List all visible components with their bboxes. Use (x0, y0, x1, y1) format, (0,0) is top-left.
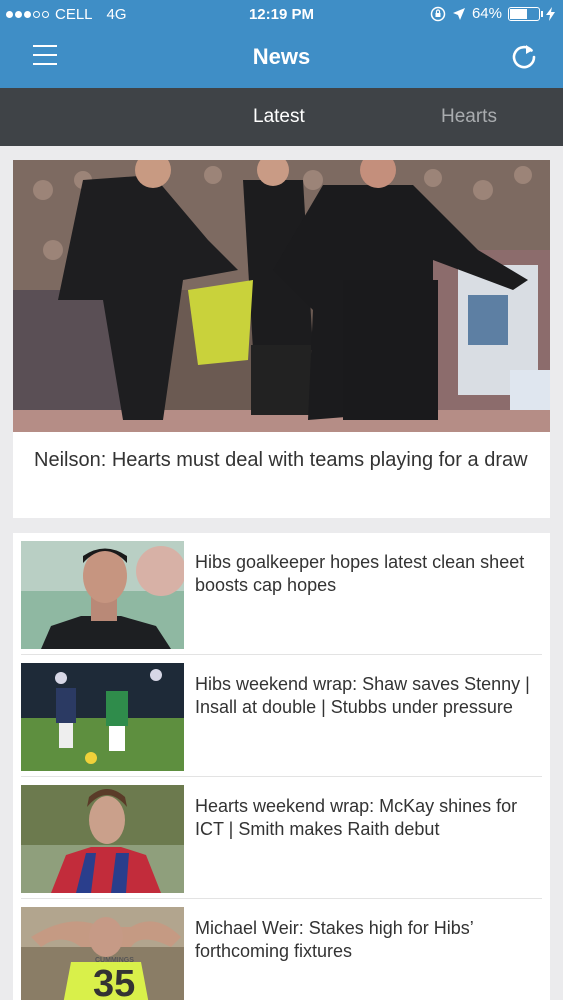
battery-percent: 64% (471, 5, 502, 22)
article-thumbnail (21, 785, 184, 893)
rotation-lock-icon (430, 6, 446, 21)
status-bar: CELL 4G 12:19 PM 64% (0, 0, 563, 30)
featured-article-title: Neilson: Hearts must deal with teams pla… (34, 449, 528, 471)
tab-hearts[interactable]: Hearts (441, 106, 497, 128)
list-item[interactable]: Hibs goalkeeper hopes latest clean sheet… (13, 533, 550, 655)
status-right: 64% (430, 5, 555, 22)
article-thumbnail (21, 663, 184, 771)
list-item[interactable]: Hearts weekend wrap: McKay shines for IC… (13, 777, 550, 899)
article-title: Hibs weekend wrap: Shaw saves Stenny | I… (195, 674, 530, 717)
tab-bar: Latest Hearts (0, 88, 563, 146)
featured-article-image (13, 160, 550, 432)
location-arrow-icon (452, 7, 465, 20)
shirt-number: 35 (93, 963, 136, 1000)
app-bar: News (0, 30, 563, 88)
featured-article-card[interactable]: Neilson: Hearts must deal with teams pla… (13, 160, 550, 518)
article-title: Michael Weir: Stakes high for Hibs’ fort… (195, 918, 474, 961)
app-title: News (252, 44, 311, 69)
article-title: Hearts weekend wrap: McKay shines for IC… (195, 796, 518, 839)
charging-bolt-icon (546, 6, 555, 21)
article-list: Hibs goalkeeper hopes latest clean sheet… (13, 533, 550, 1000)
list-item[interactable]: CUMMINGS 35 Michael Weir: Stakes high fo… (13, 899, 550, 1000)
list-item[interactable]: Hibs weekend wrap: Shaw saves Stenny | I… (13, 655, 550, 777)
article-thumbnail (21, 541, 184, 649)
battery-icon (508, 6, 543, 21)
article-title: Hibs goalkeeper hopes latest clean sheet… (195, 552, 525, 595)
article-thumbnail: CUMMINGS 35 (21, 907, 184, 1000)
top-bar: CELL 4G 12:19 PM 64% News (0, 0, 563, 88)
refresh-icon[interactable] (509, 42, 539, 72)
tab-latest[interactable]: Latest (253, 106, 305, 128)
